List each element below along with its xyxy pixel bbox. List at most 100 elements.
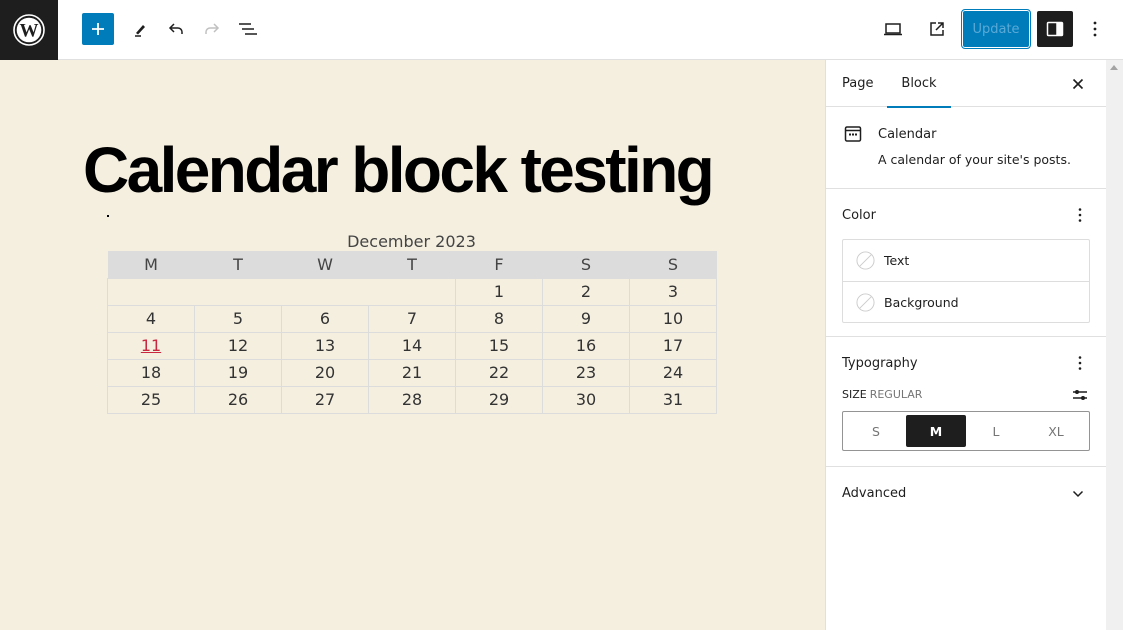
color-item-text[interactable]: Text bbox=[843, 240, 1089, 281]
calendar-day: 17 bbox=[629, 331, 717, 360]
calendar-day: 9 bbox=[542, 304, 630, 333]
sidebar-tabs: Page Block bbox=[826, 60, 1106, 108]
calendar-day: 27 bbox=[281, 385, 369, 414]
pencil-icon bbox=[135, 25, 145, 37]
calendar-weekday-row: MTWTFSS bbox=[107, 251, 717, 278]
calendar-block[interactable]: MTWTFSS 1 2 3 4 5 6 7 8 9 10 11 12 13 14 15 16 17 18 19 20 2… bbox=[107, 251, 717, 414]
calendar-day-link[interactable]: 11 bbox=[141, 336, 161, 355]
calendar-day: 29 bbox=[455, 385, 543, 414]
calendar-day: 2 bbox=[542, 277, 630, 306]
calendar-week-row: 11 12 13 14 15 16 17 bbox=[107, 331, 717, 360]
calendar-week-row: 4 5 6 7 8 9 10 bbox=[107, 304, 717, 333]
calendar-days: 1 2 3 4 5 6 7 8 9 10 11 12 13 14 15 16 17 18 19 20 21 22 23 24 2… bbox=[107, 277, 717, 414]
svg-text:W: W bbox=[20, 21, 39, 42]
update-button[interactable]: Update bbox=[961, 9, 1031, 49]
tools-button[interactable] bbox=[124, 12, 156, 46]
wordpress-logo-button[interactable]: W bbox=[0, 0, 58, 60]
redo-button[interactable] bbox=[196, 12, 228, 46]
sidebar-toggle-icon bbox=[1046, 21, 1064, 37]
tab-block[interactable]: Block bbox=[887, 60, 951, 108]
calendar-week-row: 123 bbox=[107, 277, 717, 306]
preview-button[interactable] bbox=[877, 12, 909, 46]
calendar-day: 4 bbox=[107, 304, 195, 333]
calendar-day: 6 bbox=[281, 304, 369, 333]
calendar-day: 23 bbox=[542, 358, 630, 387]
wordpress-logo-icon: W bbox=[13, 14, 45, 46]
options-button[interactable] bbox=[1080, 12, 1110, 46]
view-post-button[interactable] bbox=[921, 12, 953, 46]
weekday-header: S bbox=[542, 251, 630, 278]
list-view-button[interactable] bbox=[232, 12, 264, 46]
font-size-toggle-group: S M L XL bbox=[842, 411, 1090, 451]
color-panel: Color Text Background bbox=[826, 189, 1106, 337]
tab-page[interactable]: Page bbox=[842, 60, 873, 107]
editor-canvas[interactable]: Calendar block testing December 2023 M TW… bbox=[0, 60, 825, 630]
font-size-option-xl[interactable]: XL bbox=[1026, 415, 1086, 447]
calendar-week-row: 25 26 27 28 29 30 31 bbox=[107, 385, 717, 414]
color-settings-list: Text Background bbox=[842, 239, 1090, 323]
advanced-panel[interactable]: Advanced bbox=[826, 467, 1106, 519]
calendar-pad bbox=[107, 277, 456, 306]
empty-color-swatch-icon bbox=[856, 251, 875, 270]
color-panel-title: Color bbox=[842, 208, 876, 223]
calendar-day: 10 bbox=[629, 304, 717, 333]
sidebar-scrollbar[interactable] bbox=[1106, 60, 1123, 630]
font-size-option-l[interactable]: L bbox=[966, 415, 1026, 447]
calendar-day: 19 bbox=[194, 358, 282, 387]
undo-icon bbox=[168, 23, 183, 34]
add-block-button[interactable] bbox=[82, 13, 114, 45]
weekday-header: F bbox=[455, 251, 543, 278]
more-vertical-icon bbox=[1078, 208, 1082, 222]
font-size-option-s[interactable]: S bbox=[846, 415, 906, 447]
advanced-toggle-button[interactable] bbox=[1066, 482, 1090, 506]
calendar-day: 26 bbox=[194, 385, 282, 414]
settings-sidebar: Page Block Calendar A calendar of your s… bbox=[825, 60, 1106, 630]
external-link-icon bbox=[930, 22, 944, 36]
weekday-header: T bbox=[368, 251, 456, 278]
color-options-button[interactable] bbox=[1068, 203, 1092, 227]
undo-button[interactable] bbox=[160, 12, 192, 46]
calendar-day: 7 bbox=[368, 304, 456, 333]
calendar-day: 3 bbox=[629, 277, 717, 306]
calendar-day: 30 bbox=[542, 385, 630, 414]
block-description: A calendar of your site's posts. bbox=[878, 152, 1071, 167]
weekday-header: M bbox=[107, 251, 195, 278]
weekday-header: S bbox=[629, 251, 717, 278]
block-card: Calendar A calendar of your site's posts… bbox=[826, 107, 1106, 189]
settings-button[interactable] bbox=[1037, 11, 1073, 47]
calendar-day: 21 bbox=[368, 358, 456, 387]
advanced-panel-title: Advanced bbox=[842, 486, 907, 501]
font-size-label: Size Regular bbox=[842, 388, 922, 401]
editor-toolbar: W Update bbox=[0, 0, 1123, 60]
weekday-header: W bbox=[281, 251, 369, 278]
font-size-label-text: Size bbox=[842, 388, 867, 401]
calendar-icon bbox=[844, 126, 862, 142]
typography-options-button[interactable] bbox=[1068, 351, 1092, 375]
calendar-day: 1 bbox=[455, 277, 543, 306]
custom-size-button[interactable] bbox=[1068, 383, 1092, 407]
calendar-day: 13 bbox=[281, 331, 369, 360]
laptop-icon bbox=[884, 23, 902, 36]
close-icon bbox=[1072, 78, 1084, 90]
scroll-up-arrow-icon[interactable] bbox=[1110, 65, 1118, 70]
calendar-week-row: 18 19 20 21 22 23 24 bbox=[107, 358, 717, 387]
redo-icon bbox=[205, 23, 220, 34]
calendar-day: 22 bbox=[455, 358, 543, 387]
more-vertical-icon bbox=[1093, 21, 1097, 37]
calendar-day: 12 bbox=[194, 331, 282, 360]
typography-panel: Typography Size Regular S M L XL bbox=[826, 337, 1106, 467]
close-sidebar-button[interactable] bbox=[1066, 72, 1090, 96]
calendar-day: 5 bbox=[194, 304, 282, 333]
empty-paragraph-marker bbox=[107, 215, 109, 217]
calendar-day: 20 bbox=[281, 358, 369, 387]
calendar-day: 31 bbox=[629, 385, 717, 414]
page-title[interactable]: Calendar block testing bbox=[83, 130, 715, 210]
color-item-label: Background bbox=[884, 294, 959, 310]
calendar-day: 25 bbox=[107, 385, 195, 414]
font-size-option-m[interactable]: M bbox=[906, 415, 966, 447]
typography-panel-title: Typography bbox=[842, 356, 918, 371]
calendar-day: 11 bbox=[107, 331, 195, 360]
calendar-caption: December 2023 bbox=[347, 232, 476, 251]
empty-color-swatch-icon bbox=[856, 292, 875, 312]
color-item-background[interactable]: Background bbox=[843, 281, 1089, 322]
